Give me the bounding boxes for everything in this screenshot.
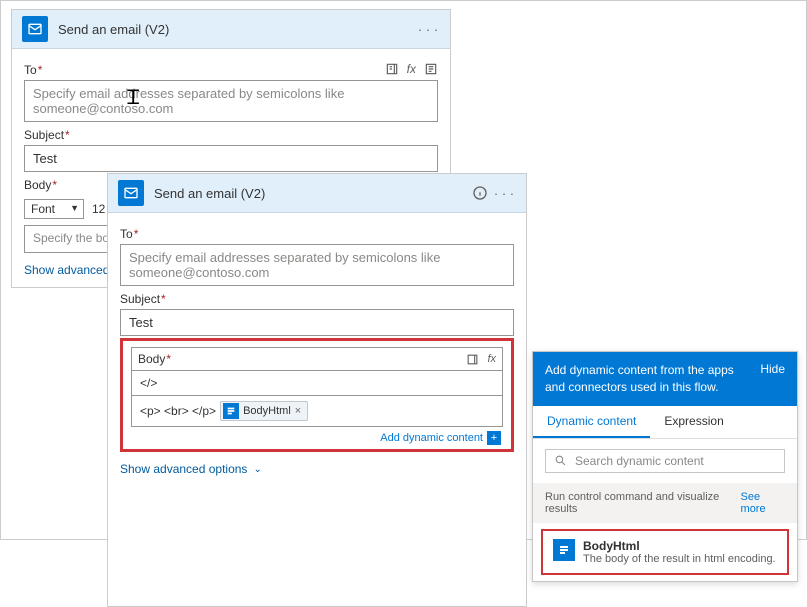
tab-expression[interactable]: Expression [650,406,737,438]
card1-more-icon[interactable]: · · · [416,17,440,41]
html-content-row[interactable]: <p> <br> </p> BodyHtml × [132,395,502,426]
subject-label: Subject [24,128,64,142]
chevron-down-icon: ⌄ [253,464,261,475]
body-highlight-section: Body* fx </> <p> <br> </p> BodyHtml × Ad… [120,338,514,452]
add-dynamic-content-link[interactable]: Add dynamic content + [131,431,501,445]
dyn-hide-link[interactable]: Hide [760,362,785,396]
card2-body: To* Specify email addresses separated by… [108,213,526,606]
to-fx-icon[interactable]: fx [407,62,416,76]
dyn-item-desc: The body of the result in html encoding. [583,553,776,565]
dyn-search-input[interactable]: Search dynamic content [545,449,785,473]
to-input-2[interactable]: Specify email addresses separated by sem… [120,244,514,286]
email-card-2: Send an email (V2) · · · To* Specify ema… [107,173,527,607]
body-label-2: Body [138,352,165,366]
card2-title: Send an email (V2) [154,186,468,201]
dynamic-content-panel: Add dynamic content from the apps and co… [532,351,798,582]
bodyhtml-token[interactable]: BodyHtml × [220,401,308,421]
to-book-icon[interactable] [385,62,399,76]
to-label: To [24,63,37,77]
dyn-item-bodyhtml[interactable]: BodyHtml The body of the result in html … [541,529,789,575]
card2-more-icon[interactable]: · · · [492,181,516,205]
plus-icon: + [487,431,501,445]
to-edit-icon[interactable] [424,62,438,76]
code-tag-row: </> [132,370,502,395]
card1-header: Send an email (V2) · · · [12,10,450,49]
subject-input[interactable]: Test [24,145,438,172]
dyn-group-header: Run control command and visualize result… [533,483,797,523]
dyn-header-text: Add dynamic content from the apps and co… [545,362,752,396]
see-more-link[interactable]: See more [741,491,785,515]
text-cursor-icon: Ꮖ [127,87,140,110]
to-label-2: To [120,227,133,241]
card1-title: Send an email (V2) [58,22,416,37]
dyn-header: Add dynamic content from the apps and co… [533,352,797,406]
font-select[interactable]: Font [24,199,84,219]
dyn-item-icon [553,539,575,561]
subject-label-2: Subject [120,292,160,306]
info-icon[interactable] [468,181,492,205]
outlook-icon [22,16,48,42]
dyn-tabs: Dynamic content Expression [533,406,797,439]
body-book-icon[interactable] [466,353,479,366]
token-remove-icon[interactable]: × [295,405,301,417]
show-advanced-link-2[interactable]: Show advanced options⌄ [120,462,514,476]
body-fx-icon[interactable]: fx [487,353,496,365]
subject-input-2[interactable]: Test [120,309,514,336]
tab-dynamic-content[interactable]: Dynamic content [533,406,650,438]
body-label: Body [24,178,51,192]
html-prefix: <p> <br> </p> [140,404,216,418]
search-icon [554,454,567,467]
dyn-item-title: BodyHtml [583,539,776,553]
body-field-2[interactable]: Body* fx </> <p> <br> </p> BodyHtml × [131,347,503,427]
outlook-icon [118,180,144,206]
token-icon [223,403,239,419]
card2-header: Send an email (V2) · · · [108,174,526,213]
to-input[interactable]: Specify email addresses separated by sem… [24,80,438,122]
